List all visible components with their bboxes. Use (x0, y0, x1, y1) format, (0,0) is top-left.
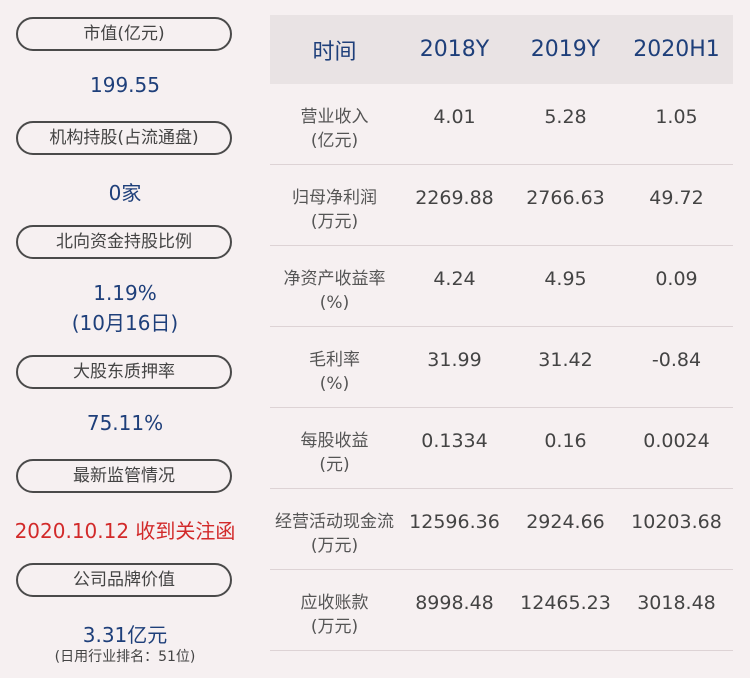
regulation-label: 最新监管情况 (16, 459, 232, 493)
header-2018: 2018Y (419, 37, 490, 62)
cell-2018: 12596.36 (409, 511, 500, 533)
cell-2019: 2766.63 (526, 187, 605, 209)
row-unit: (%) (319, 293, 350, 313)
table-header-row: 时间 2018Y 2019Y 2020H1 (270, 15, 733, 84)
cell-2020h1: 0.0024 (643, 430, 710, 452)
table-row: 归母净利润 (万元) 2269.88 2766.63 49.72 (270, 165, 733, 246)
cell-2020h1: 10203.68 (631, 511, 722, 533)
cell-2020h1: 3018.48 (637, 592, 716, 614)
row-name: 每股收益 (300, 431, 369, 451)
cell-2019: 2924.66 (526, 511, 605, 533)
header-time: 时间 (312, 39, 357, 65)
table-row: 毛利率 (%) 31.99 31.42 -0.84 (270, 327, 733, 408)
table-row: 营业收入 (亿元) 4.01 5.28 1.05 (270, 84, 733, 165)
row-label: 净资产收益率 (%) (270, 246, 399, 315)
cell-2018: 2269.88 (415, 187, 494, 209)
row-name: 应收账款 (300, 593, 369, 613)
row-unit: (元) (319, 455, 350, 475)
pledge-label: 大股东质押率 (16, 355, 232, 389)
cell-2018: 4.01 (433, 106, 476, 128)
pledge-value: 75.11% (86, 411, 164, 435)
cell-2018: 4.24 (433, 268, 476, 290)
table-row: 净资产收益率 (%) 4.24 4.95 0.09 (270, 246, 733, 327)
cell-2018: 8998.48 (415, 592, 494, 614)
row-name: 毛利率 (309, 350, 360, 370)
row-label: 毛利率 (%) (270, 327, 399, 396)
market-cap-label: 市值(亿元) (16, 17, 232, 51)
header-2020h1: 2020H1 (633, 37, 720, 62)
row-label: 经营活动现金流 (万元) (270, 489, 399, 558)
brand-rank: (日用行业排名：51位) (54, 649, 196, 665)
row-name: 营业收入 (300, 107, 369, 127)
row-unit: (万元) (310, 617, 359, 637)
cell-2018: 31.99 (427, 349, 482, 371)
regulation-value: 2020.10.12 收到关注函 (14, 519, 236, 543)
table-row: 经营活动现金流 (万元) 12596.36 2924.66 10203.68 (270, 489, 733, 570)
cell-2018: 0.1334 (421, 430, 488, 452)
cell-2019: 12465.23 (520, 592, 611, 614)
row-unit: (万元) (310, 536, 359, 556)
header-2019: 2019Y (530, 37, 601, 62)
cell-2020h1: 0.09 (655, 268, 698, 290)
row-unit: (亿元) (310, 131, 359, 151)
cell-2019: 31.42 (538, 349, 593, 371)
northbound-label: 北向资金持股比例 (16, 225, 232, 259)
financial-table: 时间 2018Y 2019Y 2020H1 营业收入 (亿元) 4.01 5.2… (270, 15, 733, 651)
row-label: 每股收益 (元) (270, 408, 399, 477)
cell-2020h1: 1.05 (655, 106, 698, 128)
cell-2020h1: -0.84 (651, 349, 702, 371)
northbound-date: (10月16日) (71, 311, 179, 335)
row-unit: (%) (319, 374, 350, 394)
row-name: 经营活动现金流 (275, 512, 394, 532)
cell-2020h1: 49.72 (649, 187, 704, 209)
table-row: 应收账款 (万元) 8998.48 12465.23 3018.48 (270, 570, 733, 651)
row-name: 归母净利润 (292, 188, 377, 208)
table-row: 每股收益 (元) 0.1334 0.16 0.0024 (270, 408, 733, 489)
institution-label: 机构持股(占流通盘) (16, 121, 232, 155)
cell-2019: 0.16 (544, 430, 587, 452)
northbound-value: 1.19% (93, 281, 157, 305)
left-panel: 市值(亿元) 199.55 机构持股(占流通盘) 0家 北向资金持股比例 1.1… (0, 0, 250, 678)
cell-2019: 4.95 (544, 268, 587, 290)
institution-value: 0家 (108, 181, 142, 205)
cell-2019: 5.28 (544, 106, 587, 128)
row-unit: (万元) (310, 212, 359, 232)
row-label: 营业收入 (亿元) (270, 84, 399, 153)
market-cap-value: 199.55 (90, 73, 160, 97)
row-label: 应收账款 (万元) (270, 570, 399, 639)
row-label: 归母净利润 (万元) (270, 165, 399, 234)
brand-value: 3.31亿元 (82, 623, 168, 647)
brand-label: 公司品牌价值 (16, 563, 232, 597)
row-name: 净资产收益率 (283, 269, 386, 289)
